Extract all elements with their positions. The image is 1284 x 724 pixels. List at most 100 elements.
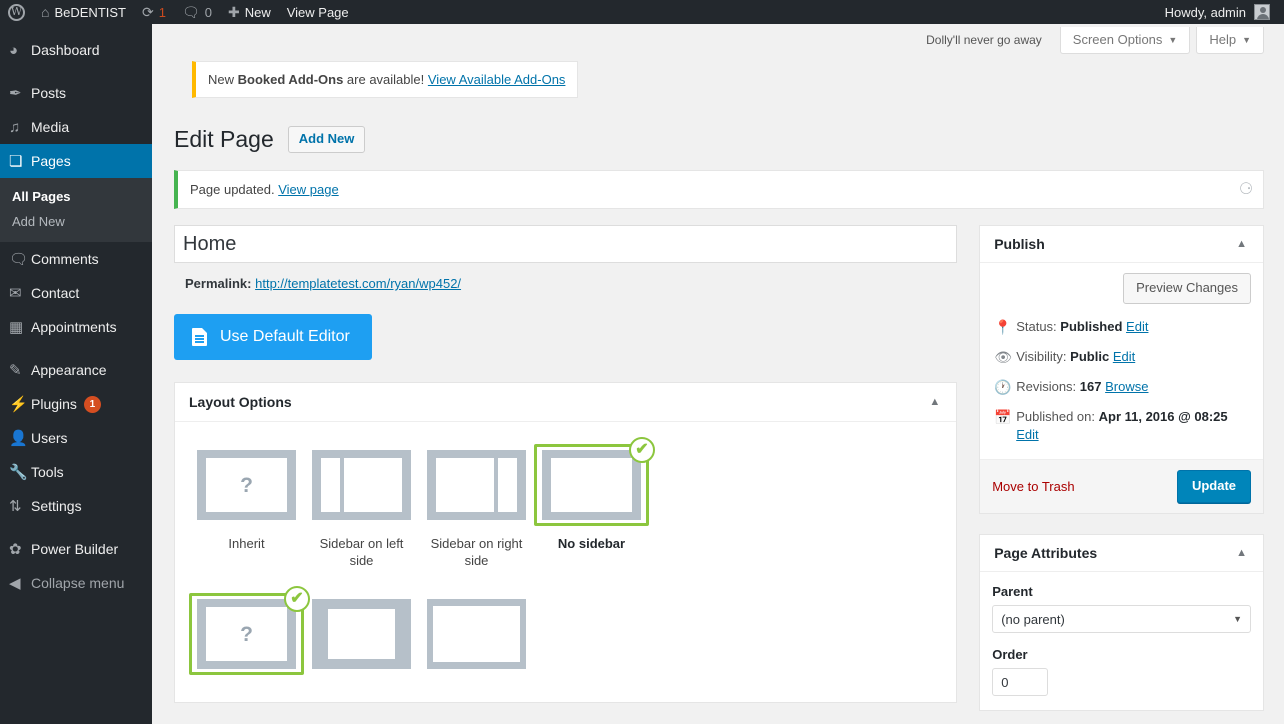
visibility-value: Public	[1070, 349, 1110, 364]
layout-options-row-1: ? Inherit Sidebar on left side Sidebar o…	[189, 437, 942, 577]
sidebar-item-plugins[interactable]: ⚡ Plugins 1	[0, 387, 152, 421]
sidebar-item-contact[interactable]: ✉ Contact	[0, 276, 152, 310]
order-input[interactable]	[992, 668, 1049, 696]
page-title: Edit Page	[174, 126, 274, 152]
sidebar-item-power-builder[interactable]: ✿ Power Builder	[0, 532, 152, 566]
new-label: New	[244, 4, 271, 20]
status-edit-link[interactable]: Edit	[1126, 319, 1148, 334]
sidebar-item-dashboard[interactable]: ◕ Dashboard	[0, 33, 152, 67]
collapse-menu-button[interactable]: ◀ Collapse menu	[0, 566, 152, 600]
sidebar-item-media[interactable]: ♫ Media	[0, 110, 152, 144]
layout-thumb	[304, 444, 419, 526]
publish-panel-title: Publish	[994, 236, 1045, 252]
menu-spacer	[0, 523, 152, 532]
wrench-icon: 🔧	[9, 463, 28, 481]
sidebar-item-posts[interactable]: ✒ Posts	[0, 76, 152, 110]
clock-icon: 🕐	[994, 379, 1012, 395]
layout-pane	[328, 609, 395, 659]
chevron-up-icon[interactable]: ▲	[929, 396, 944, 408]
layout-option-width-wide[interactable]	[419, 593, 534, 684]
chevron-down-icon: ▼	[1233, 614, 1242, 624]
plug-icon: ⚡	[9, 395, 28, 413]
menu-spacer	[0, 344, 152, 353]
admin-bar: ⌂ BeDENTIST ⟳ 1 🗨 0 ✚ New View Page Howd…	[0, 0, 1284, 24]
plugins-update-badge: 1	[83, 395, 101, 413]
calendar-icon: ▦	[9, 318, 24, 336]
sidebar-item-users[interactable]: 👤 Users	[0, 421, 152, 455]
sidebar-item-label: Appointments	[31, 319, 117, 335]
user-icon: 👤	[9, 429, 28, 447]
site-name-menu[interactable]: ⌂ BeDENTIST	[33, 0, 134, 24]
editor-columns: Permalink: http://templatetest.com/ryan/…	[152, 225, 1284, 724]
comments-menu[interactable]: 🗨 0	[174, 0, 220, 24]
help-tab[interactable]: Help ▼	[1196, 27, 1264, 54]
view-page-link[interactable]: View Page	[279, 0, 357, 24]
settings-icon: ⇅	[9, 497, 22, 515]
layout-option-sidebar-right[interactable]: Sidebar on right side	[419, 444, 534, 569]
sidebar-item-pages[interactable]: ❏ Pages	[0, 144, 152, 178]
layout-options-header[interactable]: Layout Options ▲	[175, 383, 957, 422]
move-to-trash-link[interactable]: Move to Trash	[992, 479, 1074, 494]
layout-pane-content	[344, 458, 402, 512]
sidebar-item-comments[interactable]: 🗨 Comments	[0, 242, 152, 276]
layout-option-width-boxed[interactable]	[304, 593, 419, 684]
plus-icon: ✚	[227, 4, 240, 20]
use-default-editor-button[interactable]: Use Default Editor	[174, 314, 372, 360]
layout-thumb: ?	[189, 444, 304, 526]
layout-thumb: ✔	[534, 437, 655, 526]
revisions-browse-link[interactable]: Browse	[1105, 379, 1148, 394]
layout-frame-sidebar-right	[427, 450, 526, 520]
close-icon[interactable]: ⚆	[1235, 179, 1257, 201]
layout-option-label: Sidebar on left side	[319, 536, 404, 568]
add-new-button[interactable]: Add New	[287, 126, 366, 153]
sidebar-item-appointments[interactable]: ▦ Appointments	[0, 310, 152, 344]
parent-select[interactable]: (no parent) ▼	[992, 605, 1251, 633]
addons-notice-prefix: New	[208, 72, 238, 87]
sidebar-item-settings[interactable]: ⇅ Settings	[0, 489, 152, 523]
screen-options-tab[interactable]: Screen Options ▼	[1059, 27, 1191, 54]
layout-option-width-inherit[interactable]: ? ✔	[189, 586, 310, 684]
publish-panel-header[interactable]: Publish ▲	[980, 226, 1263, 263]
sidebar-subitem-add-new[interactable]: Add New	[0, 209, 152, 234]
update-button[interactable]: Update	[1176, 470, 1251, 503]
sidebar-item-appearance[interactable]: ✎ Appearance	[0, 353, 152, 387]
published-on-row: 📅 Published on: Apr 11, 2016 @ 08:25 Edi…	[992, 402, 1251, 450]
sidebar-item-label: Comments	[31, 251, 99, 267]
my-account-menu[interactable]: Howdy, admin	[1157, 0, 1278, 24]
updates-menu[interactable]: ⟳ 1	[134, 0, 174, 24]
view-page-link[interactable]: View page	[278, 182, 338, 197]
published-on-edit-link[interactable]: Edit	[1016, 427, 1038, 442]
layout-frame-width-wide	[427, 599, 526, 669]
permalink-url[interactable]: http://templatetest.com/ryan/wp452/	[255, 276, 461, 291]
layout-option-label: Inherit	[228, 536, 265, 551]
page-attributes-body: Parent (no parent) ▼ Order	[980, 572, 1263, 710]
layout-option-sidebar-left[interactable]: Sidebar on left side	[304, 444, 419, 569]
site-name-label: BeDENTIST	[54, 4, 126, 20]
pages-icon: ❏	[9, 152, 23, 170]
gear-icon: ✿	[9, 540, 22, 558]
layout-option-no-sidebar[interactable]: ✔ No sidebar	[534, 437, 655, 569]
collapse-icon: ◀	[9, 574, 21, 592]
new-content-menu[interactable]: ✚ New	[220, 0, 279, 24]
page-attributes-header[interactable]: Page Attributes ▲	[980, 535, 1263, 572]
chevron-up-icon[interactable]: ▲	[1236, 238, 1251, 250]
chevron-up-icon[interactable]: ▲	[1236, 547, 1251, 559]
layout-options-body: ? Inherit Sidebar on left side Sidebar o…	[175, 422, 956, 702]
layout-frame-width-inherit: ?	[197, 599, 296, 669]
wp-logo-menu[interactable]	[0, 0, 33, 24]
eye-icon: 👁	[994, 349, 1012, 365]
layout-frame-inherit: ?	[197, 450, 296, 520]
layout-option-inherit[interactable]: ? Inherit	[189, 444, 304, 569]
addons-notice: New Booked Add-Ons are available! View A…	[192, 61, 579, 98]
visibility-edit-link[interactable]: Edit	[1113, 349, 1135, 364]
sidebar-subitem-all-pages[interactable]: All Pages	[0, 184, 152, 209]
sidebar-item-label: Appearance	[31, 362, 107, 378]
post-title-input[interactable]	[174, 225, 958, 263]
preview-changes-button[interactable]: Preview Changes	[1123, 273, 1251, 304]
view-available-addons-link[interactable]: View Available Add-Ons	[428, 72, 566, 87]
permalink-label: Permalink:	[185, 276, 252, 291]
sidebar-submenu-pages: All Pages Add New	[0, 178, 152, 242]
sidebar-item-tools[interactable]: 🔧 Tools	[0, 455, 152, 489]
addons-notice-strong: Booked Add-Ons	[237, 72, 344, 87]
calendar-icon: 📅	[994, 409, 1012, 425]
